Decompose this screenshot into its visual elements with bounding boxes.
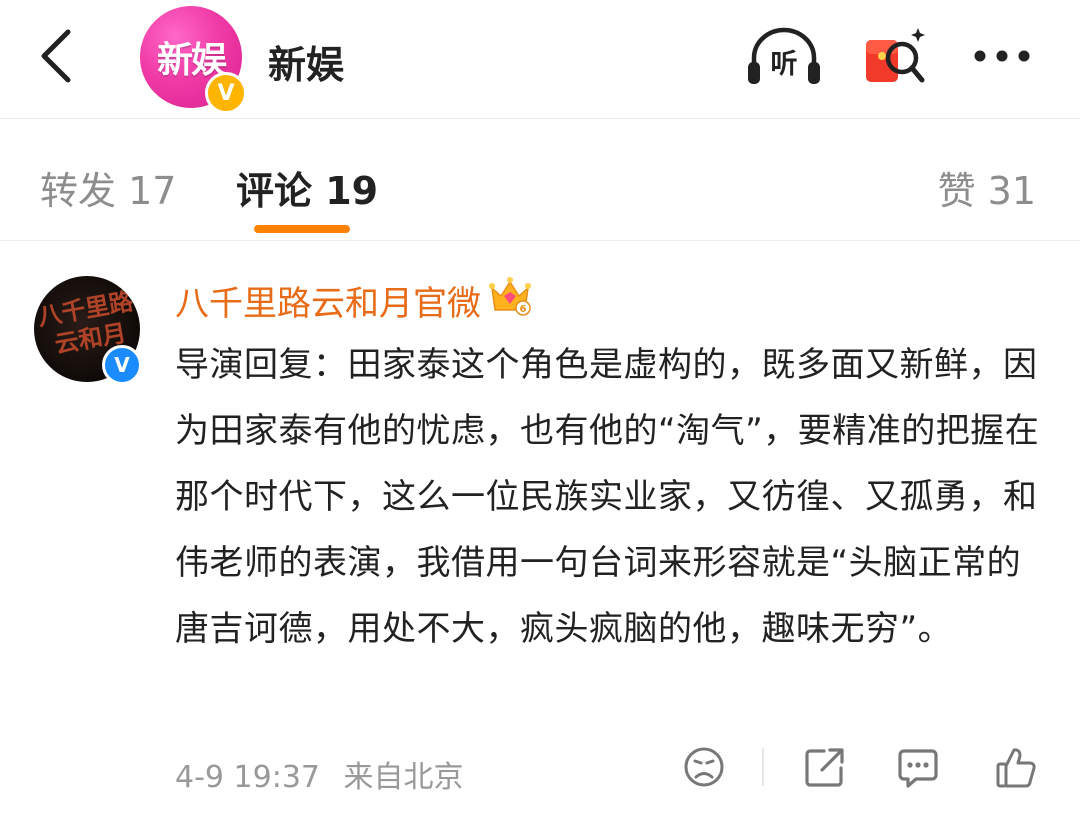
tab-likes[interactable]: 赞 31 <box>938 160 1036 215</box>
active-tab-indicator <box>254 225 350 233</box>
back-arrow-icon[interactable] <box>34 26 84 86</box>
commenter-name[interactable]: 八千里路云和月官微 <box>175 276 481 325</box>
comment-text: 导演回复：田家泰这个角色是虚构的，既多面又新鲜，因为田家泰有他的忧虑，也有他的“… <box>175 345 1040 649</box>
account-name[interactable]: 新娱 <box>268 34 344 89</box>
share-icon[interactable] <box>802 744 846 790</box>
like-icon[interactable] <box>994 744 1038 790</box>
listen-label: 听 <box>771 49 798 80</box>
listen-headphone-icon: 听 <box>748 27 820 84</box>
crown-badge-icon: 6 <box>489 277 531 316</box>
comment-location: 来自北京 <box>343 760 464 795</box>
listen-button[interactable]: 听 <box>744 24 824 88</box>
tab-reposts[interactable]: 转发 17 <box>40 160 176 215</box>
commenter-verified-badge: V <box>102 345 142 385</box>
crown-level: 6 <box>520 304 527 315</box>
comment-time: 4-9 19:37 <box>175 760 320 795</box>
red-packet-button[interactable] <box>862 24 930 88</box>
more-icon[interactable] <box>970 38 1034 74</box>
action-divider <box>762 748 764 786</box>
red-packet-search-icon <box>866 28 925 83</box>
comment-icon[interactable] <box>896 744 940 790</box>
top-bar: 新娱 V 新娱 听 <box>0 0 1080 119</box>
dislike-face-icon[interactable] <box>682 744 726 790</box>
tab-bar: 转发 17 评论 19 赞 31 <box>0 118 1080 241</box>
tab-comments[interactable]: 评论 19 <box>236 160 378 215</box>
comment-meta: 4-9 19:37 来自北京 <box>175 752 464 796</box>
verified-badge: V <box>205 72 247 114</box>
